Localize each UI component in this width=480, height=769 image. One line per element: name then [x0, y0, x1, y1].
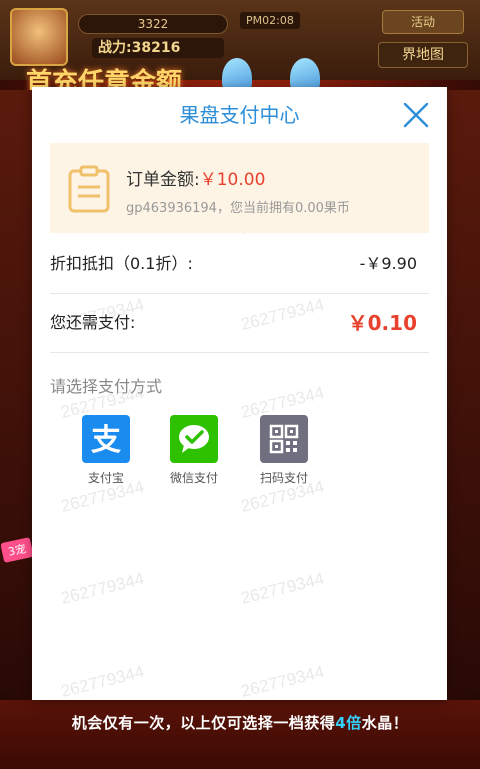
footer-text-part2: 水晶！ — [361, 714, 409, 732]
divider — [50, 352, 429, 353]
remaining-row: 您还需支付: ￥0.10 — [50, 294, 429, 352]
discount-row: 折扣抵扣（0.1折）: -￥9.90 — [50, 235, 429, 293]
game-activity-button[interactable]: 活动 — [382, 10, 464, 34]
wechat-icon — [170, 415, 218, 463]
pay-method-label: 扫码支付 — [259, 471, 308, 485]
modal-title: 果盘支付中心 — [179, 103, 300, 127]
watermark: 262779344 — [58, 662, 147, 700]
game-resource-bar: 3322 — [78, 14, 228, 34]
game-right-decoration — [446, 90, 480, 690]
pay-method-label: 支付宝 — [87, 471, 124, 485]
alipay-icon: 支 — [82, 415, 130, 463]
remaining-label: 您还需支付: — [50, 313, 136, 332]
payment-modal: 262779344 262779344 262779344 262779344 … — [32, 87, 447, 700]
order-amount: 订单金额:￥10.00 — [126, 165, 265, 190]
game-left-decoration — [0, 90, 34, 690]
footer-highlight: 4倍 — [335, 714, 362, 732]
discount-value: -￥9.90 — [359, 254, 417, 273]
watermark: 262779344 — [58, 569, 147, 609]
watermark: 262779344 — [238, 662, 327, 700]
player-avatar[interactable] — [10, 8, 68, 66]
game-map-button[interactable]: 界地图 — [378, 42, 468, 68]
qrcode-icon — [260, 415, 308, 463]
pay-method-label: 微信支付 — [169, 471, 218, 485]
order-amount-label: 订单金额: — [126, 170, 200, 190]
pay-method-qrcode[interactable]: 扫码支付 — [244, 415, 324, 486]
game-time: PM02:08 — [240, 12, 300, 29]
order-amount-price: ￥10.00 — [199, 170, 266, 190]
pay-method-wechat[interactable]: 微信支付 — [154, 415, 234, 486]
game-power-text: 战力:38216 — [92, 38, 224, 58]
svg-text:支: 支 — [91, 423, 121, 458]
footer-text-part1: 机会仅有一次，以上仅可选择一档获得 — [71, 714, 336, 732]
game-footer — [0, 700, 480, 769]
close-icon — [403, 102, 429, 128]
modal-header: 果盘支付中心 — [32, 87, 447, 143]
order-summary: 订单金额:￥10.00 gp463936194，您当前拥有0.00果币 — [50, 143, 429, 233]
game-footer-text: 机会仅有一次，以上仅可选择一档获得4倍水晶！ — [0, 712, 480, 733]
remaining-value: ￥0.10 — [347, 311, 417, 335]
pay-method-title: 请选择支付方式 — [50, 377, 163, 396]
clipboard-icon — [68, 165, 110, 213]
watermark: 262779344 — [238, 569, 327, 609]
pay-method-alipay[interactable]: 支 支付宝 — [66, 415, 146, 486]
close-button[interactable] — [400, 99, 432, 131]
discount-label: 折扣抵扣（0.1折）: — [50, 254, 193, 273]
order-account-info: gp463936194，您当前拥有0.00果币 — [126, 201, 350, 216]
